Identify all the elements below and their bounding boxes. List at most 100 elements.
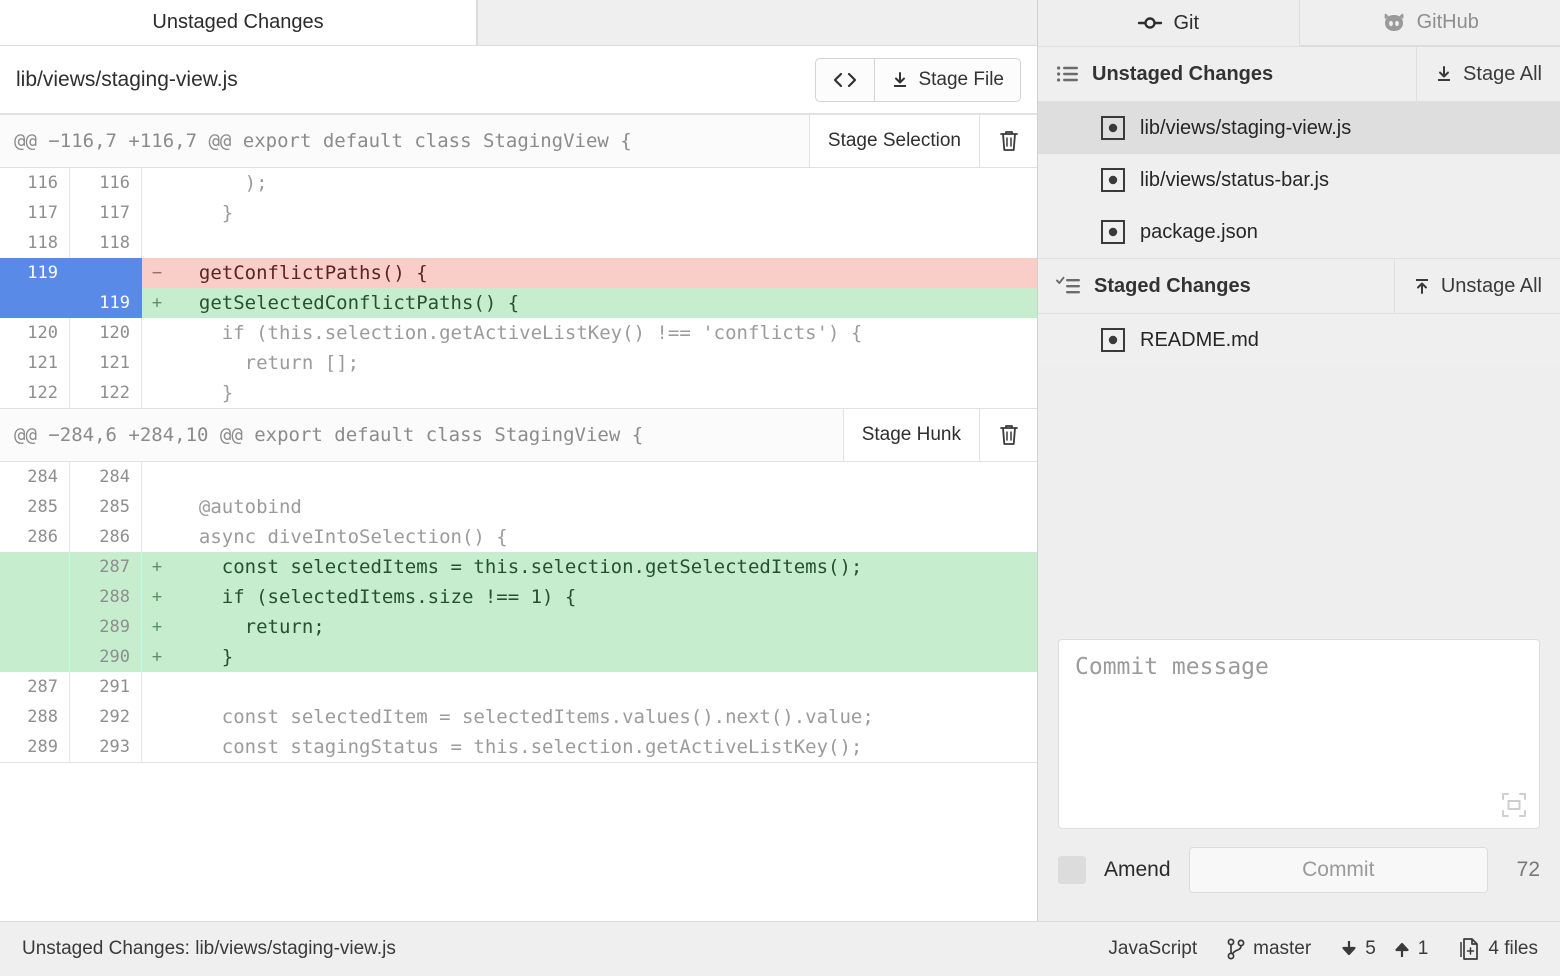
diff-marker: − [142, 258, 172, 288]
hunk-header: @@ −284,6 +284,10 @@ export default clas… [0, 408, 1037, 462]
old-line-number: 288 [0, 702, 70, 732]
commit-char-count: 72 [1506, 858, 1540, 882]
diff-file-path: lib/views/staging-view.js [16, 68, 815, 92]
amend-label: Amend [1104, 858, 1171, 882]
diff-marker: + [142, 288, 172, 318]
diff-line-add[interactable]: 288+ if (selectedItems.size !== 1) { [0, 582, 1037, 612]
unstage-all-button[interactable]: Unstage All [1394, 259, 1560, 313]
staged-file-list[interactable]: README.md [1038, 314, 1560, 366]
diff-line-context[interactable]: 118118 [0, 228, 1037, 258]
new-line-number: 285 [70, 492, 142, 522]
old-line-number: 116 [0, 168, 70, 198]
diff-line-add[interactable]: 289+ return; [0, 612, 1037, 642]
diff-line-context[interactable]: 286286 async diveIntoSelection() { [0, 522, 1037, 552]
sidebar-spacer [1038, 366, 1560, 629]
diff-line-context[interactable]: 122122 } [0, 378, 1037, 408]
diff-line-add[interactable]: 290+ } [0, 642, 1037, 672]
commit-button[interactable]: Commit [1189, 847, 1488, 893]
diff-line-text: ); [172, 168, 1037, 198]
commit-area: Commit message [1038, 629, 1560, 829]
file-list-item[interactable]: lib/views/status-bar.js [1038, 154, 1560, 206]
diff-marker: + [142, 552, 172, 582]
commit-message-input[interactable]: Commit message [1058, 639, 1540, 829]
diff-line-text: return []; [172, 348, 1037, 378]
diff-marker [142, 318, 172, 348]
diff-line-text: const selectedItems = this.selection.get… [172, 552, 1037, 582]
diff-line-context[interactable]: 289293 const stagingStatus = this.select… [0, 732, 1037, 762]
old-line-number: 289 [0, 732, 70, 762]
stage-all-label: Stage All [1463, 63, 1542, 86]
sidebar-tab-git[interactable]: Git [1038, 0, 1299, 46]
diff-line-text [172, 672, 1037, 702]
diff-line-context[interactable]: 117117 } [0, 198, 1037, 228]
diff-marker [142, 732, 172, 762]
diff-marker [142, 702, 172, 732]
tab-bar-filler [477, 0, 1037, 45]
stage-selection-button[interactable]: Stage Selection [809, 115, 979, 167]
git-sidebar: Git GitHub [1038, 0, 1560, 921]
diff-marker [142, 462, 172, 492]
status-grammar[interactable]: JavaScript [1108, 938, 1197, 960]
new-line-number: 287 [70, 552, 142, 582]
discard-hunk-button[interactable] [979, 409, 1037, 461]
unstaged-changes-header: Unstaged Changes Stage All [1038, 46, 1560, 102]
status-push-pull[interactable]: 5 1 [1341, 938, 1428, 960]
old-line-number: 117 [0, 198, 70, 228]
staged-title-wrap: Staged Changes [1038, 259, 1394, 313]
commit-button-label: Commit [1302, 858, 1374, 882]
download-arrow-icon [1435, 65, 1453, 83]
diff-line-context[interactable]: 116116 ); [0, 168, 1037, 198]
file-diff-icon [1458, 937, 1480, 961]
tab-unstaged-changes[interactable]: Unstaged Changes [0, 0, 477, 45]
diff-line-add[interactable]: 287+ const selectedItems = this.selectio… [0, 552, 1037, 582]
diff-line-context[interactable]: 288292 const selectedItem = selectedItem… [0, 702, 1037, 732]
diff-empty-space [0, 762, 1037, 921]
file-list-item[interactable]: README.md [1038, 314, 1560, 366]
trash-icon [998, 129, 1020, 153]
new-line-number: 293 [70, 732, 142, 762]
new-line-number: 121 [70, 348, 142, 378]
hunk-code-block[interactable]: 116116 );117117 }118118119− getConflictP… [0, 168, 1037, 408]
new-line-number: 284 [70, 462, 142, 492]
sidebar-tab-github-label: GitHub [1417, 11, 1479, 34]
sidebar-tab-github[interactable]: GitHub [1299, 0, 1560, 46]
expand-icon[interactable] [1501, 792, 1527, 818]
diff-line-context[interactable]: 285285 @autobind [0, 492, 1037, 522]
stage-file-button[interactable]: Stage File [875, 58, 1021, 102]
sidebar-tab-git-label: Git [1173, 12, 1199, 35]
status-branch[interactable]: master [1227, 938, 1311, 960]
main-content-row: Unstaged Changes lib/views/staging-view.… [0, 0, 1560, 921]
unstaged-file-list[interactable]: lib/views/staging-view.js lib/views/stat… [1038, 102, 1560, 258]
new-line-number: 292 [70, 702, 142, 732]
download-arrow-icon [891, 71, 909, 89]
diff-marker: + [142, 612, 172, 642]
file-list-item[interactable]: package.json [1038, 206, 1560, 258]
new-line-number: 291 [70, 672, 142, 702]
status-changed-files[interactable]: 4 files [1458, 937, 1538, 961]
diff-line-text: getSelectedConflictPaths() { [172, 288, 1037, 318]
diff-line-del[interactable]: 119− getConflictPaths() { [0, 258, 1037, 288]
code-brackets-icon [832, 71, 858, 89]
discard-selection-button[interactable] [979, 115, 1037, 167]
diff-line-text: const selectedItem = selectedItems.value… [172, 702, 1037, 732]
ahead-count: 1 [1418, 938, 1429, 960]
amend-checkbox[interactable] [1058, 856, 1086, 884]
old-line-number: 287 [0, 672, 70, 702]
diff-line-text [172, 462, 1037, 492]
stage-all-button[interactable]: Stage All [1416, 47, 1560, 101]
new-line-number: 116 [70, 168, 142, 198]
file-list-item[interactable]: lib/views/staging-view.js [1038, 102, 1560, 154]
diff-line-context[interactable]: 121121 return []; [0, 348, 1037, 378]
new-line-number: 290 [70, 642, 142, 672]
stage-hunk-button[interactable]: Stage Hunk [843, 409, 979, 461]
diff-marker [142, 348, 172, 378]
hunk-code-block[interactable]: 284284285285 @autobind286286 async diveI… [0, 462, 1037, 762]
diff-line-context[interactable]: 287291 [0, 672, 1037, 702]
old-line-number: 286 [0, 522, 70, 552]
diff-line-add[interactable]: 119+ getSelectedConflictPaths() { [0, 288, 1037, 318]
diff-line-context[interactable]: 120120 if (this.selection.getActiveListK… [0, 318, 1037, 348]
diff-line-context[interactable]: 284284 [0, 462, 1037, 492]
old-line-number [0, 552, 70, 582]
arrow-up-icon [1394, 939, 1410, 959]
toggle-source-view-button[interactable] [815, 58, 875, 102]
